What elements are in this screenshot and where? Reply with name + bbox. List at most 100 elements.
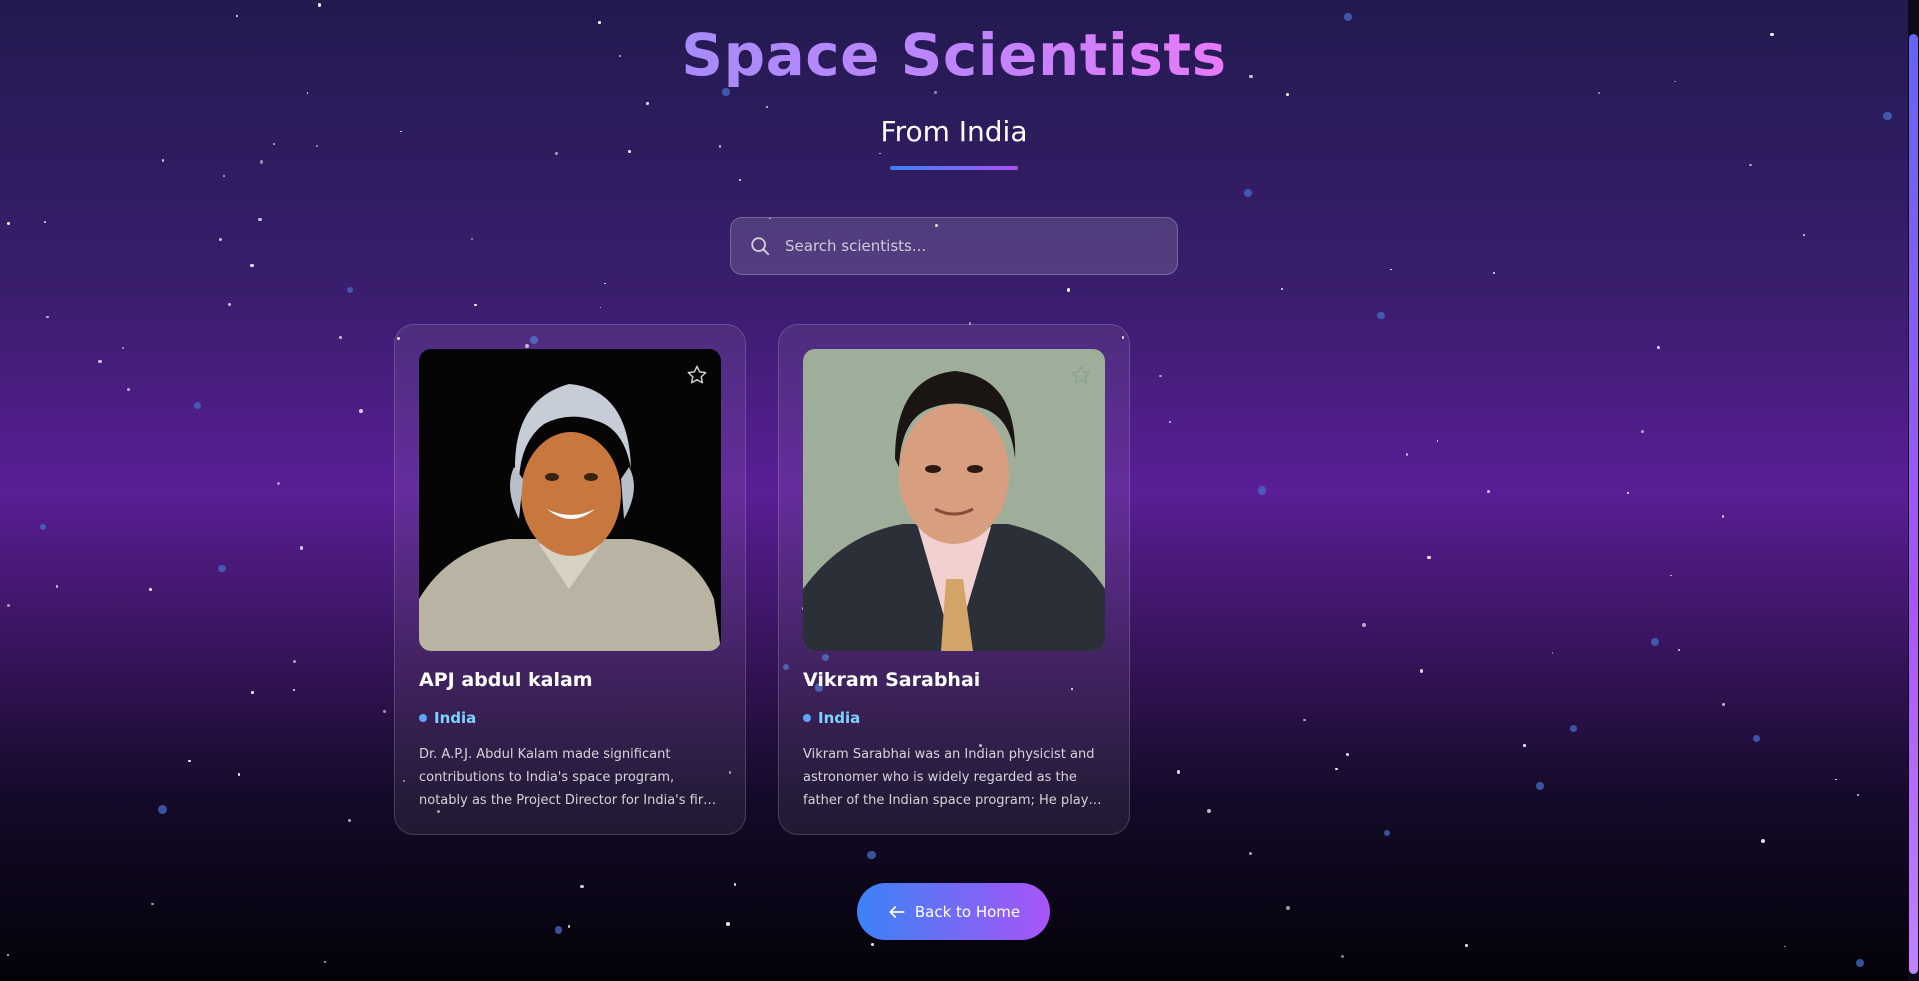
star-decoration [121,346,125,350]
star-decoration [1303,718,1306,722]
scientist-name: Vikram Sarabhai [803,669,981,691]
star-decoration [1669,574,1672,577]
star-decoration [382,709,386,714]
country-label: India [434,709,477,727]
star-decoration [1802,234,1805,237]
star-decoration [471,237,474,240]
star-decoration [1159,374,1163,378]
star-decoration [1835,778,1838,781]
star-decoration [599,306,602,309]
star-decoration [1405,453,1409,456]
star-decoration [866,850,876,860]
star-decoration [236,14,239,17]
star-decoration [148,587,152,591]
star-decoration [258,218,262,222]
star-decoration [7,953,10,957]
star-decoration [1377,311,1385,320]
star-decoration [1656,345,1661,350]
star-decoration [1677,649,1680,652]
scientist-description: Dr. A.P.J. Abdul Kalam made significant … [419,747,716,808]
star-decoration [1436,440,1439,442]
star-decoration [1493,272,1495,274]
star-decoration [1426,555,1431,560]
star-decoration [1752,735,1760,743]
scientist-portrait [419,349,721,651]
scientist-card[interactable]: Vikram Sarabhai India Vikram Sarabhai wa… [778,324,1130,835]
star-decoration [1464,943,1468,947]
scrollbar[interactable] [1908,0,1919,981]
star-decoration [1340,954,1345,958]
star-decoration [1206,808,1211,813]
scientist-description: Vikram Sarabhai was an Indian physicist … [803,747,1105,808]
star-decoration [56,585,59,588]
scientist-country: India [419,709,476,727]
star-decoration [45,315,49,319]
star-decoration [39,523,47,530]
star-decoration [1346,752,1350,756]
star-decoration [1362,623,1367,628]
star-decoration [126,387,131,392]
star-decoration [317,2,322,7]
star-decoration [223,174,226,177]
scientist-card[interactable]: APJ abdul kalam India Dr. A.P.J. Abdul K… [394,324,746,835]
star-decoration [1390,268,1392,271]
star-decoration [218,564,226,572]
star-decoration [554,926,563,934]
star-decoration [1569,724,1577,732]
star-decoration [1486,489,1490,494]
favorite-button[interactable] [683,361,711,389]
star-decoration [7,604,10,607]
star-decoration [1627,492,1630,495]
country-label: India [818,709,861,727]
star-decoration [1857,794,1860,797]
star-decoration [733,883,737,886]
back-to-home-button[interactable]: Back to Home [857,883,1050,940]
star-decoration [474,303,477,307]
star-decoration [323,960,326,964]
star-decoration [1249,852,1252,855]
scientist-name: APJ abdul kalam [419,669,593,691]
star-outline-icon [686,364,708,386]
star-decoration [359,408,364,413]
star-decoration [1761,838,1765,843]
star-outline-icon [1070,364,1092,386]
back-button-label: Back to Home [914,902,1021,921]
star-decoration [1244,189,1253,198]
star-decoration [188,759,192,763]
star-decoration [157,805,167,815]
star-decoration [338,335,343,340]
star-decoration [1286,906,1290,911]
star-decoration [193,402,201,410]
search-bar[interactable] [730,217,1178,275]
star-decoration [227,302,231,306]
title-underline [890,166,1018,170]
star-decoration [293,689,295,691]
search-icon [747,233,773,259]
star-decoration [1066,288,1071,292]
scrollbar-thumb[interactable] [1909,34,1918,974]
star-decoration [726,922,731,927]
star-decoration [870,942,875,947]
star-decoration [276,481,281,486]
star-decoration [44,221,46,223]
page-subtitle: From India [880,115,1028,148]
star-decoration [739,179,741,181]
star-decoration [1419,669,1424,674]
star-decoration [1335,767,1339,771]
star-decoration [580,884,584,889]
star-decoration [1784,945,1786,948]
star-decoration [237,773,241,777]
star-decoration [1551,652,1554,655]
page-header: Space Scientists From India [0,20,1908,170]
star-decoration [219,237,223,241]
star-decoration [1168,420,1172,423]
country-dot-icon [803,714,811,722]
star-decoration [1176,770,1181,775]
search-input[interactable] [785,237,1145,255]
page-title: Space Scientists [681,21,1227,89]
star-decoration [348,818,351,822]
favorite-button[interactable] [1067,361,1095,389]
star-decoration [347,287,354,294]
star-decoration [1384,829,1391,837]
star-decoration [567,925,571,928]
